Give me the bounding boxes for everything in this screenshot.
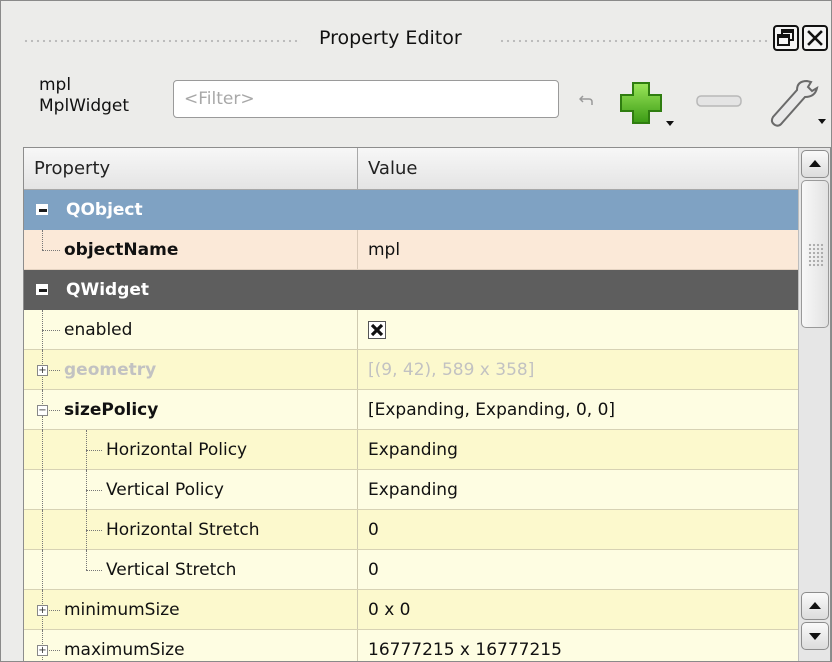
check-x-icon [370,323,384,337]
tree-line [42,416,43,430]
property-name: Vertical Stretch [106,560,237,580]
column-header-property[interactable]: Property [24,148,358,189]
property-cell: + minimumSize [24,590,358,630]
property-cell: + geometry [24,350,358,390]
property-cell: Horizontal Stretch [24,510,358,550]
property-editor-window: Property Editor mpl MplWidget <Filter> P… [0,0,832,662]
table-row-geometry[interactable]: + geometry [(9, 42), 589 x 358] [24,350,798,390]
tree-line [86,570,102,571]
arrow-up-icon [809,602,821,609]
tree-line [42,430,43,470]
collapse-icon[interactable]: − [37,405,48,416]
tree-line [86,530,102,531]
property-name: objectName [64,240,179,260]
table-row-vertical-policy[interactable]: Vertical Policy Expanding [24,470,798,510]
tree-line [42,470,43,510]
tree-line [86,490,102,491]
property-cell: + maximumSize [24,630,358,661]
property-value[interactable]: 0 x 0 [368,590,411,629]
table-row-sizepolicy[interactable]: − sizePolicy [Expanding, Expanding, 0, 0… [24,390,798,430]
collapse-icon[interactable] [36,204,48,215]
property-name: enabled [64,320,133,340]
vertical-scrollbar[interactable] [798,148,830,661]
table-row-enabled[interactable]: enabled [24,310,798,350]
float-window-icon [777,29,794,46]
table-row-minimumsize[interactable]: + minimumSize 0 x 0 [24,590,798,630]
property-value[interactable]: 16777215 x 16777215 [368,630,562,661]
property-name: Horizontal Policy [106,440,248,460]
drag-grip-right[interactable] [499,39,769,43]
table-row-horizontal-policy[interactable]: Horizontal Policy Expanding [24,430,798,470]
scroll-down-button[interactable] [801,622,829,650]
collapse-icon[interactable] [36,284,48,295]
property-name: sizePolicy [64,400,159,420]
property-value[interactable]: Expanding [368,470,458,509]
group-label: QObject [66,200,143,220]
tree-line [42,330,60,331]
window-title: Property Editor [319,27,462,49]
property-value[interactable]: mpl [368,230,400,269]
scroll-up-button-lower[interactable] [801,592,829,620]
tree-line [86,450,102,451]
drag-grip-left[interactable] [23,39,301,43]
enabled-checkbox[interactable] [368,321,386,339]
wrench-icon[interactable] [763,75,829,133]
arrow-up-icon [809,160,821,167]
table-row-vertical-stretch[interactable]: Vertical Stretch 0 [24,550,798,590]
property-tree[interactable]: Property Value QObject .grp .minus::afte… [23,147,831,661]
property-name: Vertical Policy [106,480,224,500]
object-label: mpl MplWidget [39,75,129,117]
object-class: MplWidget [39,96,130,116]
add-plus-icon[interactable] [619,81,679,129]
close-icon [807,30,823,46]
float-button[interactable] [773,25,799,51]
tree-line [49,650,60,651]
property-value[interactable]: 0 [368,550,379,589]
table-row-horizontal-stretch[interactable]: Horizontal Stretch 0 [24,510,798,550]
tree-line [42,250,60,251]
scroll-up-button[interactable] [801,150,829,178]
property-value[interactable]: Expanding [368,430,458,469]
reset-arrow-icon[interactable] [579,93,595,107]
tree-line [42,230,43,250]
table-row-objectname[interactable]: objectName mpl [24,230,798,270]
group-row-qobject[interactable]: QObject [24,190,798,230]
expand-icon[interactable]: + [37,605,48,616]
tree-line [49,370,60,371]
property-value: [(9, 42), 589 x 358] [368,360,535,380]
scroll-thumb[interactable] [801,180,829,328]
property-cell: − sizePolicy [24,390,358,430]
property-cell: Vertical Policy [24,470,358,510]
property-value[interactable]: [Expanding, Expanding, 0, 0] [368,390,615,429]
expand-icon[interactable]: + [37,365,48,376]
property-name: Horizontal Stretch [106,520,260,540]
close-button[interactable] [802,25,828,51]
title-bar[interactable]: Property Editor [1,1,831,77]
table-row-maximumsize[interactable]: + maximumSize 16777215 x 16777215 [24,630,798,661]
property-name: geometry [64,360,157,380]
property-cell: enabled [24,310,358,350]
remove-minus-icon[interactable] [695,91,743,111]
tree-line [86,550,87,570]
property-value[interactable]: 0 [368,510,379,549]
group-label: QWidget [66,280,150,300]
scroll-grip [808,243,824,267]
table-header: Property Value [24,148,798,190]
object-name: mpl [39,75,72,95]
expand-icon[interactable]: + [37,645,48,656]
column-header-value[interactable]: Value [358,148,798,189]
property-cell: objectName [24,230,358,269]
group-row-qwidget[interactable]: QWidget [24,270,798,310]
property-cell: Horizontal Policy [24,430,358,470]
tree-line [49,410,60,411]
tree-line [42,550,43,590]
property-cell: Vertical Stretch [24,550,358,590]
filter-input[interactable] [173,80,559,118]
property-name: maximumSize [64,640,185,660]
property-name: minimumSize [64,600,180,620]
tree-line [49,610,60,611]
arrow-down-icon [809,633,821,640]
tree-line [42,510,43,550]
